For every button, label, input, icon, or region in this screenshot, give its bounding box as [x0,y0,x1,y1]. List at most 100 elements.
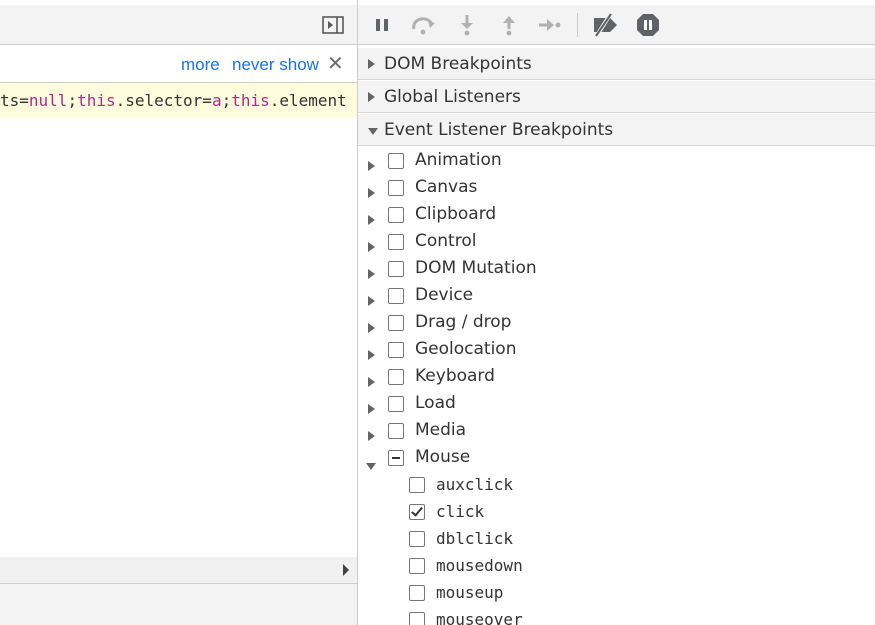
event-label: mouseup [436,583,504,602]
event-checkbox[interactable] [409,558,425,574]
editor-toolbar [0,5,357,45]
event-checkbox[interactable] [409,477,425,493]
section-dom-breakpoints[interactable]: DOM Breakpoints [358,48,875,80]
event-row[interactable]: click [358,499,875,526]
section-global-listeners[interactable]: Global Listeners [358,81,875,113]
category-checkbox[interactable] [388,315,404,331]
code-token: this [231,91,270,110]
code-token: .selector= [115,91,212,110]
category-label: Clipboard [415,204,497,224]
step-into-icon[interactable] [455,13,479,37]
category-row[interactable]: Clipboard [358,202,875,229]
expand-arrow-icon[interactable] [368,318,375,338]
category-row[interactable]: Device [358,283,875,310]
category-row[interactable]: DOM Mutation [358,256,875,283]
expand-arrow-icon[interactable] [368,237,375,257]
code-token: a [211,91,222,110]
expand-arrow-icon[interactable] [368,264,375,284]
step-out-icon[interactable] [497,13,521,37]
category-checkbox[interactable] [388,234,404,250]
category-checkbox[interactable] [388,207,404,223]
category-label: DOM Mutation [415,258,537,278]
section-event-listener-breakpoints[interactable]: Event Listener Breakpoints [358,114,875,146]
category-checkbox[interactable] [388,180,404,196]
debugger-sidebar: DOM Breakpoints Global Listeners Event L… [358,0,875,625]
code-token: this [77,91,116,110]
category-row[interactable]: Mouse [358,445,875,472]
code-token: .element [269,91,347,110]
category-row[interactable]: Drag / drop [358,310,875,337]
category-row[interactable]: Keyboard [358,364,875,391]
expand-arrow-icon[interactable] [368,345,375,365]
category-checkbox[interactable] [388,450,404,466]
editor-footer [0,584,357,625]
event-checkbox[interactable] [409,585,425,601]
category-label: Keyboard [415,366,495,386]
close-icon[interactable]: ✕ [327,51,344,75]
expand-arrow-icon[interactable] [368,426,375,446]
expand-arrow-icon[interactable] [368,183,375,203]
event-label: mouseover [436,610,523,625]
never-show-link[interactable]: never show [232,55,319,75]
event-label: click [436,502,485,521]
collapse-arrow-icon [368,114,378,146]
pause-icon[interactable] [370,13,394,37]
event-row[interactable]: mousedown [358,553,875,580]
category-label: Load [415,393,456,413]
sources-editor-pane: more never show ✕ ts=null;this.selector=… [0,0,358,625]
event-row[interactable]: mouseover [358,607,875,625]
category-label: Mouse [415,447,471,467]
category-checkbox[interactable] [388,423,404,439]
section-title: Global Listeners [384,87,521,107]
expand-arrow-icon[interactable] [368,399,375,419]
event-checkbox[interactable] [409,612,425,625]
code-token: null [28,91,68,110]
category-label: Control [415,231,477,251]
category-label: Drag / drop [415,312,512,332]
toggle-debugger-sidebar-icon[interactable] [322,16,344,34]
event-checkbox[interactable] [409,504,425,520]
category-label: Device [415,285,474,305]
category-row[interactable]: Media [358,418,875,445]
code-line[interactable]: ts=null;this.selector=a;this.element [0,83,357,118]
category-label: Geolocation [415,339,517,359]
code-token: ts= [0,91,29,110]
event-label: auxclick [436,475,514,494]
category-checkbox[interactable] [388,261,404,277]
category-checkbox[interactable] [388,288,404,304]
expand-arrow-icon[interactable] [368,156,375,176]
category-label: Media [415,420,467,440]
more-link[interactable]: more [181,55,220,75]
pause-on-exceptions-icon[interactable] [636,13,660,37]
category-row[interactable]: Load [358,391,875,418]
expand-arrow-icon[interactable] [368,210,375,230]
toolbar-separator [577,13,578,37]
category-row[interactable]: Geolocation [358,337,875,364]
category-label: Canvas [415,177,478,197]
category-row[interactable]: Control [358,229,875,256]
expand-arrow-icon[interactable] [368,291,375,311]
category-label: Animation [415,150,502,170]
step-icon[interactable] [537,13,561,37]
code-token: ; [221,91,232,110]
event-row[interactable]: auxclick [358,472,875,499]
category-checkbox[interactable] [388,369,404,385]
debugger-toolbar [358,5,875,45]
section-title: DOM Breakpoints [384,54,532,74]
category-checkbox[interactable] [388,342,404,358]
category-row[interactable]: Animation [358,148,875,175]
event-row[interactable]: dblclick [358,526,875,553]
event-checkbox[interactable] [409,531,425,547]
expand-arrow-icon[interactable] [368,372,375,392]
deactivate-breakpoints-icon[interactable] [591,11,621,39]
event-label: mousedown [436,556,523,575]
category-row[interactable]: Canvas [358,175,875,202]
expand-arrow-icon [368,81,375,113]
category-checkbox[interactable] [388,153,404,169]
scroll-right-arrow-icon[interactable] [343,564,349,576]
category-checkbox[interactable] [388,396,404,412]
step-over-icon[interactable] [411,13,435,37]
horizontal-scrollbar[interactable] [0,557,357,584]
collapse-arrow-icon[interactable] [366,453,378,473]
event-row[interactable]: mouseup [358,580,875,607]
